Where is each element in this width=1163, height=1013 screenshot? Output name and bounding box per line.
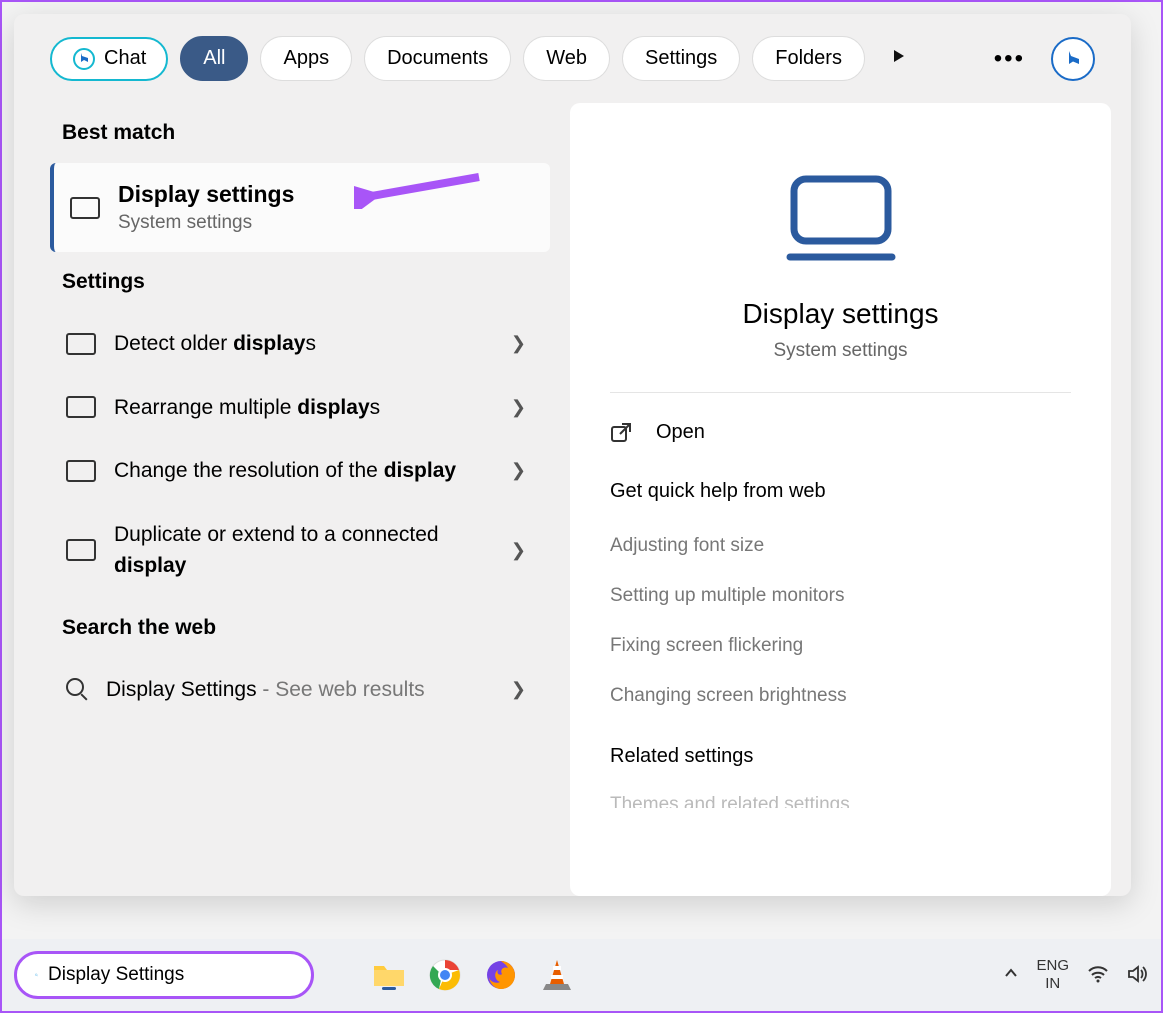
search-input[interactable]	[48, 964, 293, 986]
settings-result-rearrange-displays[interactable]: Rearrange multiple displays ❯	[50, 376, 550, 440]
tab-web[interactable]: Web	[523, 36, 610, 81]
best-match-title: Display settings	[118, 181, 294, 208]
result-label: Display Settings - See web results	[106, 674, 493, 706]
bing-icon	[1061, 47, 1085, 71]
tab-all[interactable]: All	[180, 36, 248, 81]
chat-tab-label: Chat	[104, 47, 146, 70]
web-result-display-settings[interactable]: Display Settings - See web results ❯	[50, 658, 550, 722]
bing-chat-icon	[72, 47, 96, 71]
search-web-heading: Search the web	[50, 598, 550, 658]
taskbar-search-box[interactable]	[14, 951, 314, 999]
quick-link-screen-flickering[interactable]: Fixing screen flickering	[610, 621, 1071, 671]
preview-title: Display settings	[610, 298, 1071, 330]
chat-tab[interactable]: Chat	[50, 37, 168, 81]
filter-tabs-row: Chat All Apps Documents Web Settings Fol…	[14, 14, 1131, 103]
vlc-icon	[542, 958, 572, 992]
quick-link-multiple-monitors[interactable]: Setting up multiple monitors	[610, 571, 1071, 621]
results-list-column: Best match Display settings System setti…	[50, 103, 550, 896]
settings-result-duplicate-extend[interactable]: Duplicate or extend to a connected displ…	[50, 503, 550, 598]
taskbar-vlc[interactable]	[538, 956, 576, 994]
chevron-right-icon: ❯	[511, 540, 526, 561]
options-button[interactable]: •••	[980, 39, 1039, 79]
result-label: Rearrange multiple displays	[114, 392, 493, 424]
tab-web-label: Web	[546, 47, 587, 69]
display-icon	[66, 333, 96, 355]
settings-heading: Settings	[50, 252, 550, 312]
preview-pane: Display settings System settings Open Ge…	[570, 103, 1111, 896]
display-icon	[70, 197, 100, 219]
taskbar-chrome[interactable]	[426, 956, 464, 994]
result-label: Detect older displays	[114, 328, 493, 360]
file-explorer-icon	[372, 960, 406, 990]
tab-settings[interactable]: Settings	[622, 36, 740, 81]
taskbar-firefox[interactable]	[482, 956, 520, 994]
search-results-panel: Chat All Apps Documents Web Settings Fol…	[14, 14, 1131, 896]
tray-overflow-button[interactable]	[1004, 966, 1018, 985]
quick-link-font-size[interactable]: Adjusting font size	[610, 521, 1071, 571]
play-icon	[891, 48, 907, 64]
chevron-right-icon: ❯	[511, 333, 526, 354]
tab-all-label: All	[203, 47, 225, 69]
result-label: Duplicate or extend to a connected displ…	[114, 519, 493, 582]
open-external-icon	[610, 422, 632, 444]
language-indicator[interactable]: ENG IN	[1036, 957, 1069, 993]
system-tray: ENG IN	[1004, 957, 1149, 993]
chevron-right-icon: ❯	[511, 679, 526, 700]
open-label: Open	[656, 421, 705, 444]
quick-help-heading: Get quick help from web	[610, 472, 1071, 521]
taskbar: ENG IN	[2, 939, 1161, 1011]
settings-result-detect-displays[interactable]: Detect older displays ❯	[50, 312, 550, 376]
firefox-icon	[484, 958, 518, 992]
search-icon	[35, 965, 38, 985]
ellipsis-icon: •••	[994, 45, 1025, 72]
bing-button[interactable]	[1051, 37, 1095, 81]
tab-documents-label: Documents	[387, 47, 488, 69]
speaker-icon	[1127, 964, 1149, 984]
result-label: Change the resolution of the display	[114, 455, 493, 487]
preview-subtitle: System settings	[610, 340, 1071, 362]
wifi-icon	[1087, 965, 1109, 983]
more-tabs-button[interactable]	[877, 41, 921, 76]
volume-button[interactable]	[1127, 964, 1149, 987]
related-settings-heading: Related settings	[610, 721, 1071, 780]
tab-folders[interactable]: Folders	[752, 36, 865, 81]
annotation-arrow-icon	[354, 169, 484, 209]
preview-hero: Display settings System settings	[610, 133, 1071, 393]
lang-line2: IN	[1036, 975, 1069, 993]
chrome-icon	[428, 958, 462, 992]
display-icon	[66, 460, 96, 482]
wifi-button[interactable]	[1087, 965, 1109, 986]
best-match-heading: Best match	[50, 103, 550, 163]
search-icon	[66, 678, 88, 700]
best-match-result[interactable]: Display settings System settings	[50, 163, 550, 252]
settings-result-change-resolution[interactable]: Change the resolution of the display ❯	[50, 439, 550, 503]
tab-apps-label: Apps	[283, 47, 329, 69]
display-icon	[66, 396, 96, 418]
tab-folders-label: Folders	[775, 47, 842, 69]
best-match-subtitle: System settings	[118, 212, 294, 234]
lang-line1: ENG	[1036, 957, 1069, 975]
display-icon	[66, 539, 96, 561]
taskbar-file-explorer[interactable]	[370, 956, 408, 994]
open-action[interactable]: Open	[610, 393, 1071, 472]
tab-settings-label: Settings	[645, 47, 717, 69]
tab-documents[interactable]: Documents	[364, 36, 511, 81]
results-content: Best match Display settings System setti…	[14, 103, 1131, 896]
chevron-right-icon: ❯	[511, 460, 526, 481]
quick-link-screen-brightness[interactable]: Changing screen brightness	[610, 671, 1071, 721]
tab-apps[interactable]: Apps	[260, 36, 352, 81]
chevron-right-icon: ❯	[511, 397, 526, 418]
related-link-themes[interactable]: Themes and related settings	[610, 780, 1071, 808]
chevron-up-icon	[1004, 966, 1018, 980]
display-large-icon	[786, 173, 896, 263]
